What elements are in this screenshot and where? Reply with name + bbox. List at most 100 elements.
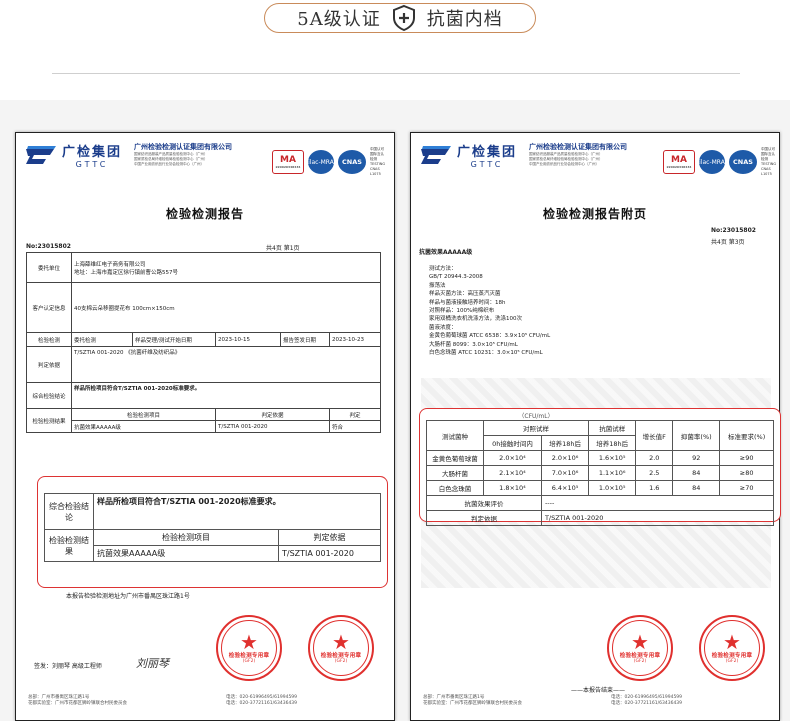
official-stamp-left-1: ★ 检验检测专用章 (GF2) (216, 615, 282, 681)
method-line: 振荡法 (429, 282, 446, 289)
cell-req: ≥90 (719, 450, 774, 466)
sample-header: 抗菌试样 (588, 420, 637, 436)
left-footer-phone: 电话：020-61996495/61994599 电话：020-37721161… (226, 695, 298, 706)
page-count: 共4页 第3页 (711, 239, 745, 246)
gttc-logo-icon (26, 146, 56, 164)
callout-table: 综合检验结论 样品所检项目符合T/SZTIA 001-2020标准要求。 检验检… (44, 493, 381, 562)
antibacterial-label: 抗菌内档 (426, 9, 503, 30)
page-count: 共4页 第1页 (266, 245, 300, 252)
client-value: 上海薛维红电子商务有限公司 地址：上海市嘉定区徐行镇前曹公路557号 (71, 252, 381, 283)
ilac-mra-mark: ilac-MRA (308, 150, 334, 174)
certification-label: 5A级认证 (297, 9, 381, 30)
testing-label: 中国认可 国际互认 检测 TESTING CNAS L1075 (761, 147, 777, 176)
address-note: 本报告检验检测地址为广州市番禺区珠江路1号 (66, 593, 190, 600)
signer-line: 签发：刘丽琴 高级工程师 (34, 663, 102, 670)
antibacterial-results-callout: （CFU/mL） 测试菌种 对照试样 抗菌试样 增长值F 抑菌率(%) 标准要求… (419, 408, 781, 526)
star-icon: ★ (332, 629, 350, 654)
official-stamp-right-1: ★ 检验检测专用章 (GF2) (607, 615, 673, 681)
cnas-mark: CNAS (338, 150, 366, 174)
inspect-type-label: 检验检测 (26, 332, 72, 347)
control-18h-header: 培养18h后 (540, 435, 590, 451)
callout-conclusion-label: 综合检验结论 (44, 493, 94, 530)
cell-species: 白色念珠菌 (426, 480, 484, 496)
item-value: 抗菌效果AAAAA级 (71, 420, 216, 433)
issue-label: 报告签发日期 (280, 332, 330, 347)
standard-header: 判定依据 (215, 408, 330, 421)
cma-mark: MA 220020348434 (663, 150, 695, 174)
brand-name: 广检集团 (457, 145, 518, 160)
title-banner: 5A级认证 抗菌内档 (264, 3, 536, 33)
method-line: 家用双桶洗衣机洗涤方法，洗涤100次 (429, 316, 522, 323)
callout-item-value: 抗菌效果AAAAA级 (93, 545, 279, 562)
method-line: 样品灭菌方法：高压蒸汽灭菌 (429, 291, 501, 298)
shield-plus-icon (392, 4, 415, 32)
sample-18h-header: 培养18h后 (588, 435, 637, 451)
species-header: 测试菌种 (426, 420, 484, 451)
appendix-title: 检验检测报告附页 (542, 207, 647, 221)
standard-value: T/SZTIA 001-2020 (215, 420, 330, 433)
callout-conclusion-value: 样品所检项目符合T/SZTIA 001-2020标准要求。 (93, 493, 381, 530)
star-icon: ★ (240, 629, 258, 654)
client-label: 委托单位 (26, 252, 72, 283)
table-row: 金黄色葡萄球菌 2.0×10⁴ 2.0×10⁶ 1.6×10⁵ 2.0 92 ≥90 (426, 450, 774, 466)
test-method-list: 测试方法： GB/T 20944.3-2008 振荡法样品灭菌方法：高压蒸汽灭菌 样品… (429, 265, 550, 357)
official-stamp-right-2: ★ 检验检测专用章 (GF2) (699, 615, 765, 681)
gttc-logo: 广检集团 GTTC (24, 141, 122, 169)
results-label: 检验检测结果 (26, 408, 72, 433)
report-table: 委托单位 上海薛维红电子商务有限公司 地址：上海市嘉定区徐行镇前曹公路557号 … (26, 252, 381, 433)
header-divider (52, 73, 740, 74)
date-label: 样品受理/测试开始日期 (132, 332, 216, 347)
callout-standard-value: T/SZTIA 001-2020 (278, 545, 381, 562)
basis-label: 判定依据 (26, 346, 72, 383)
cell-c18: 7.0×10⁶ (540, 465, 590, 481)
cell-c18: 6.4×10⁵ (540, 480, 590, 496)
gttc-logo: 广检集团 GTTC (419, 141, 517, 169)
gttc-logo-icon (421, 146, 451, 164)
star-icon: ★ (723, 629, 741, 654)
cell-species: 金黄色葡萄球菌 (426, 450, 484, 466)
method-line: 大肠杆菌 8099：3.0×10⁵ CFU/mL (429, 341, 518, 348)
cell-req: ≥70 (719, 480, 774, 496)
cell-c18: 2.0×10⁶ (540, 450, 590, 466)
item-header: 检验检测项目 (71, 408, 216, 421)
method-line: 样品与菌液接触培养时间：18h (429, 299, 506, 306)
method-line: GB/T 20944.3-2008 (429, 274, 483, 281)
eval-value: ---- (540, 495, 775, 511)
judge-header: 判定 (329, 408, 381, 421)
cell-c0: 1.8×10⁴ (483, 480, 542, 496)
method-line: 对照样品：100%纯棉织布 (429, 308, 495, 315)
report-end-note: ——本报告结束—— (571, 687, 626, 694)
org-sub-3: 中国产业用纺织品行业协会检测中心（广州） (529, 162, 599, 166)
cell-rate: 92 (672, 450, 721, 466)
right-footer: 总部：广州市番禺区珠江路1号 花都实验室：广州市花都区狮岭镇联合村民委员会 (423, 695, 522, 706)
rate-header: 抑菌率(%) (672, 420, 721, 451)
org-name: 广州检验检测认证集团有限公司 (134, 143, 232, 151)
method-line: 测试方法： (429, 266, 457, 272)
control-0h-header: 0h接触时间内 (483, 435, 542, 451)
sample-value: 40支棉云朵移圈提花布 100cm×150cm (71, 282, 381, 333)
unit-header: （CFU/mL） (518, 413, 554, 420)
cell-f: 2.5 (635, 465, 674, 481)
cell-f: 2.0 (635, 450, 674, 466)
testing-label: 中国认可 国际互认 检测 TESTING CNAS L1075 (370, 147, 386, 176)
cell-s18: 1.6×10⁵ (588, 450, 637, 466)
report-number: No:23015802 (711, 227, 756, 234)
sample-label: 客户认定信息 (26, 282, 72, 333)
report-number: No:23015802 (26, 243, 71, 250)
growth-header: 增长值F (635, 420, 674, 451)
org-name: 广州检验检测认证集团有限公司 (529, 143, 627, 151)
cell-c0: 2.1×10⁴ (483, 465, 542, 481)
cell-f: 1.6 (635, 480, 674, 496)
table-row: 白色念珠菌 1.8×10⁴ 6.4×10⁵ 1.0×10⁵ 1.6 84 ≥70 (426, 480, 774, 496)
brand-name: 广检集团 (62, 145, 123, 160)
report-title: 检验检测报告 (165, 207, 244, 221)
method-line: 金黄色葡萄球菌 ATCC 6538：3.9×10⁵ CFU/mL (429, 333, 551, 340)
cell-rate: 84 (672, 465, 721, 481)
basis-value: T/SZTIA 001-2020 (540, 510, 775, 526)
callout-results-label: 检验检测结果 (44, 529, 94, 562)
antibacterial-rows: 金黄色葡萄球菌 2.0×10⁴ 2.0×10⁶ 1.6×10⁵ 2.0 92 ≥90 大肠杆菌… (426, 450, 774, 496)
basis-value: T/SZTIA 001-2020 《抗菌纤维及纺织品》 (71, 346, 381, 383)
cnas-mark: CNAS (729, 150, 757, 174)
conclusion-value: 样品所检项目符合T/SZTIA 001-2020标准要求。 (71, 382, 381, 409)
cell-req: ≥80 (719, 465, 774, 481)
